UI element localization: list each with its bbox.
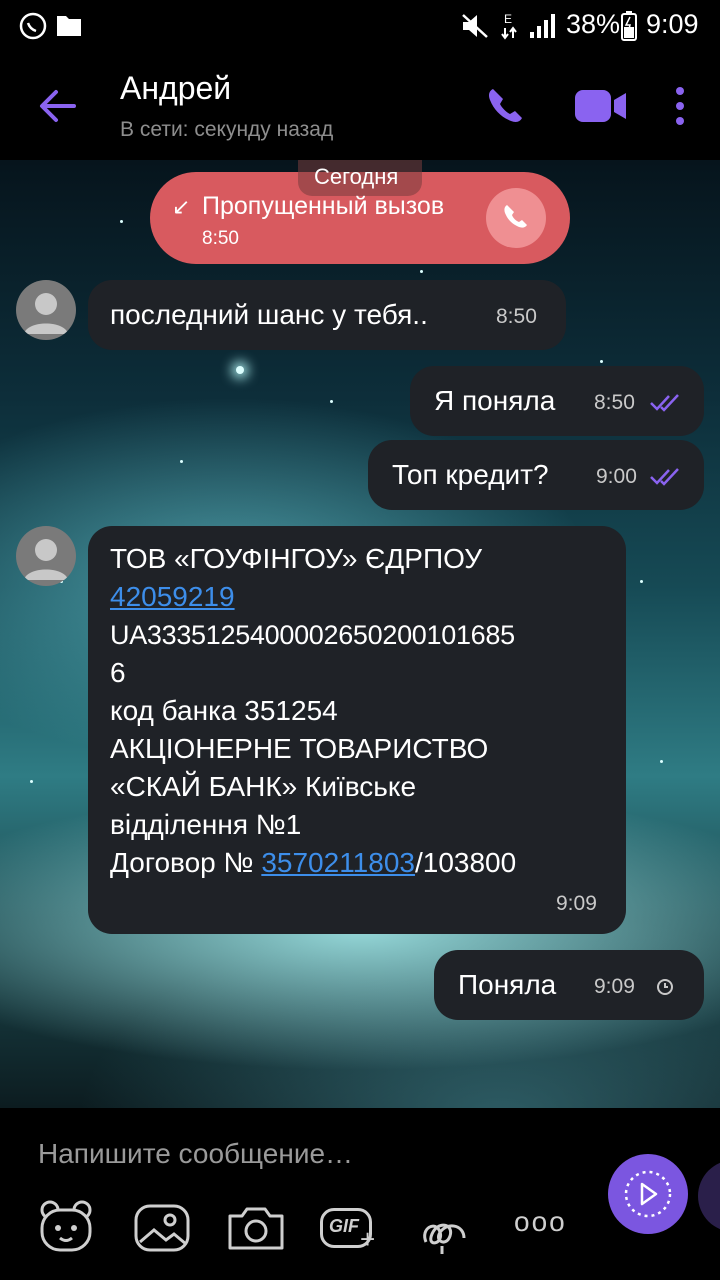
- incoming-message[interactable]: ТОВ «ГОУФІНГОУ» ЄДРПОУ 42059219 UA333512…: [88, 526, 626, 934]
- message-line: код банка 351254: [110, 695, 338, 726]
- person-icon: [24, 539, 68, 580]
- message-line: UA3335125400002650200101685: [110, 620, 515, 650]
- double-check-icon: [650, 468, 679, 486]
- date-divider-label: Сегодня: [314, 164, 399, 189]
- double-check-icon: [650, 394, 679, 412]
- message-line: ТОВ «ГОУФІНГОУ» ЄДРПОУ: [110, 543, 483, 574]
- contact-status: В сети: секунду назад: [120, 118, 334, 141]
- contract-prefix: Договор №: [110, 847, 262, 878]
- message-input[interactable]: Напишите сообщение…: [38, 1138, 353, 1170]
- message-text: Поняла: [458, 969, 557, 1000]
- clock-pending-icon: [657, 979, 673, 995]
- data-arrows-icon: E: [501, 12, 517, 40]
- missed-call-arrow-icon: ↙: [172, 194, 191, 219]
- camera-icon[interactable]: [226, 1198, 286, 1258]
- video-message-icon: [624, 1170, 672, 1218]
- message-text: последний шанс у тебя..: [110, 299, 428, 330]
- avatar[interactable]: [16, 526, 76, 586]
- svg-text:E: E: [504, 12, 512, 26]
- mute-icon: [462, 14, 488, 38]
- message-line: відділення №1: [110, 809, 302, 840]
- contract-suffix: /103800: [414, 847, 517, 878]
- phone-icon: [504, 205, 527, 228]
- message-text: Я поняла: [434, 385, 556, 416]
- signal-icon: [530, 14, 555, 38]
- contact-name[interactable]: Андрей: [120, 70, 231, 107]
- missed-call-label: Пропущенный вызов: [202, 192, 445, 220]
- message-text: ТОВ «ГОУФІНГОУ» ЄДРПОУ 42059219 UA333512…: [110, 540, 620, 882]
- gif-label: GIF: [329, 1216, 359, 1236]
- missed-call-time: 8:50: [202, 228, 239, 249]
- doodle-icon[interactable]: [416, 1198, 476, 1258]
- incoming-message[interactable]: последний шанс у тебя.. 8:50: [88, 280, 566, 350]
- chat-area[interactable]: ↙ Пропущенный вызов 8:50 Сегодня последн…: [0, 160, 720, 1108]
- video-message-button[interactable]: [608, 1154, 688, 1234]
- status-bar: E 38% 9:09: [0, 0, 720, 52]
- outgoing-message[interactable]: Я поняла 8:50: [410, 366, 704, 436]
- video-call-icon[interactable]: [574, 88, 628, 124]
- message-time: 9:00: [596, 465, 637, 488]
- outgoing-message[interactable]: Топ кредит? 9:00: [368, 440, 704, 510]
- folder-notification-icon: [57, 16, 81, 36]
- clock: 9:09: [646, 9, 699, 39]
- sticker-icon[interactable]: [36, 1198, 96, 1258]
- message-line: «СКАЙ БАНК» Київське: [110, 771, 417, 802]
- edrpou-link[interactable]: 42059219: [110, 581, 235, 612]
- more-attachments-button[interactable]: ooo: [514, 1206, 574, 1266]
- chat-header: Андрей В сети: секунду назад: [0, 52, 720, 160]
- back-arrow-icon[interactable]: [38, 86, 78, 126]
- person-icon: [24, 293, 68, 334]
- plus-icon: +: [360, 1224, 376, 1254]
- send-button-edge[interactable]: [698, 1160, 720, 1232]
- date-divider: Сегодня: [298, 160, 422, 196]
- message-text: Топ кредит?: [392, 459, 549, 490]
- message-time: 8:50: [594, 391, 635, 414]
- message-time: 9:09: [556, 892, 597, 915]
- gallery-icon[interactable]: [132, 1198, 192, 1258]
- message-time: 8:50: [496, 305, 537, 328]
- voice-call-icon[interactable]: [486, 86, 522, 124]
- avatar[interactable]: [16, 280, 76, 340]
- battery-charging-icon: [621, 11, 637, 41]
- contract-link[interactable]: 3570211803: [261, 847, 415, 878]
- message-time: 9:09: [594, 975, 635, 998]
- message-line: АКЦІОНЕРНЕ ТОВАРИСТВО: [110, 733, 489, 764]
- composer: Напишите сообщение… GIF + ooo: [0, 1108, 720, 1280]
- message-line: 6: [110, 657, 126, 688]
- more-options-icon[interactable]: [672, 86, 688, 126]
- battery-percent: 38%: [566, 9, 621, 39]
- outgoing-message[interactable]: Поняла 9:09: [434, 950, 704, 1020]
- call-back-button[interactable]: [486, 188, 546, 248]
- whatsapp-notification-icon: [19, 12, 47, 40]
- gif-button[interactable]: GIF +: [320, 1198, 380, 1258]
